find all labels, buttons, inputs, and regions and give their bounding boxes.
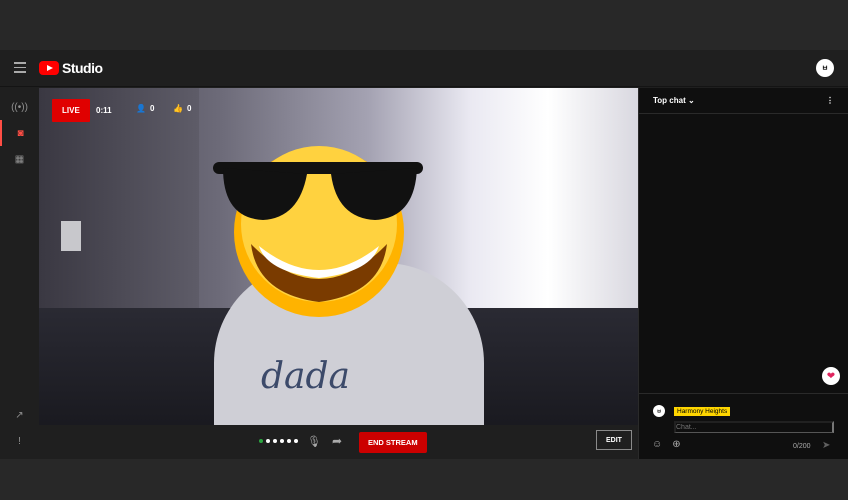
- edit-button[interactable]: EDIT: [596, 430, 632, 450]
- brand-text: Studio: [62, 60, 103, 76]
- viewer-count: 👤 0: [136, 104, 154, 113]
- end-stream-button[interactable]: END STREAM: [359, 432, 427, 453]
- top-bar: Studio ㅂ: [0, 50, 848, 87]
- menu-icon[interactable]: [14, 62, 26, 74]
- sunglasses-emoji-icon: [213, 146, 423, 317]
- emoji-icon[interactable]: ☺: [652, 439, 662, 450]
- shirt-text: dada: [261, 356, 351, 397]
- external-link-icon[interactable]: ↗: [0, 402, 39, 428]
- live-chat-panel: Top chat ⌄ ⋮ ❤ ㅂ Harmony Heights ☺ ⊕ 0/2…: [638, 88, 848, 459]
- chat-user-name: Harmony Heights: [674, 407, 731, 416]
- live-broadcast-icon[interactable]: ((•)): [0, 94, 39, 120]
- webcam-icon[interactable]: ◙: [0, 120, 39, 146]
- viewer-count-value: 0: [149, 104, 155, 113]
- more-options-icon[interactable]: ⋮: [826, 96, 834, 105]
- add-icon[interactable]: ⊕: [672, 439, 680, 450]
- youtube-play-icon: [39, 61, 59, 75]
- chat-mode-select[interactable]: Top chat ⌄: [653, 96, 695, 105]
- studio-logo[interactable]: Studio: [39, 60, 103, 76]
- chevron-down-icon: ⌄: [687, 96, 695, 105]
- live-badge: LIVE: [52, 99, 90, 122]
- account-avatar[interactable]: ㅂ: [816, 59, 834, 77]
- side-rail: ((•)) ◙ ▦ ↗ !: [0, 88, 39, 459]
- video-preview: dada LIVE 0:11 👤 0 👍 0: [39, 88, 638, 425]
- chat-user-avatar: ㅂ: [653, 405, 665, 417]
- chat-header: Top chat ⌄ ⋮: [639, 88, 848, 114]
- studio-window: Studio ㅂ ((•)) ◙ ▦ ↗ ! dada LIVE 0:11 👤 …: [0, 50, 848, 459]
- thumbs-up-icon: 👍: [173, 104, 183, 113]
- char-count: 0/200: [793, 443, 811, 450]
- send-icon[interactable]: ➤: [822, 440, 830, 451]
- chat-mode-label: Top chat: [653, 96, 686, 105]
- viewers-icon: 👤: [136, 104, 146, 113]
- calendar-icon[interactable]: ▦: [0, 146, 39, 172]
- like-count: 👍 0: [173, 104, 191, 113]
- chat-composer: ㅂ Harmony Heights ☺ ⊕ 0/200 ➤: [639, 393, 848, 459]
- like-count-value: 0: [186, 104, 192, 113]
- stream-controls: 🎙 ➦ END STREAM EDIT: [39, 425, 638, 459]
- chat-input[interactable]: [674, 421, 834, 433]
- elapsed-time: 0:11: [96, 106, 112, 115]
- connection-indicator: [259, 439, 298, 443]
- share-icon[interactable]: ➦: [332, 434, 342, 448]
- heart-reaction-icon[interactable]: ❤: [822, 367, 840, 385]
- chat-tools: ☺ ⊕: [652, 439, 681, 450]
- wall-switch: [61, 221, 81, 251]
- feedback-icon[interactable]: !: [0, 428, 39, 454]
- microphone-icon[interactable]: 🎙: [307, 435, 321, 448]
